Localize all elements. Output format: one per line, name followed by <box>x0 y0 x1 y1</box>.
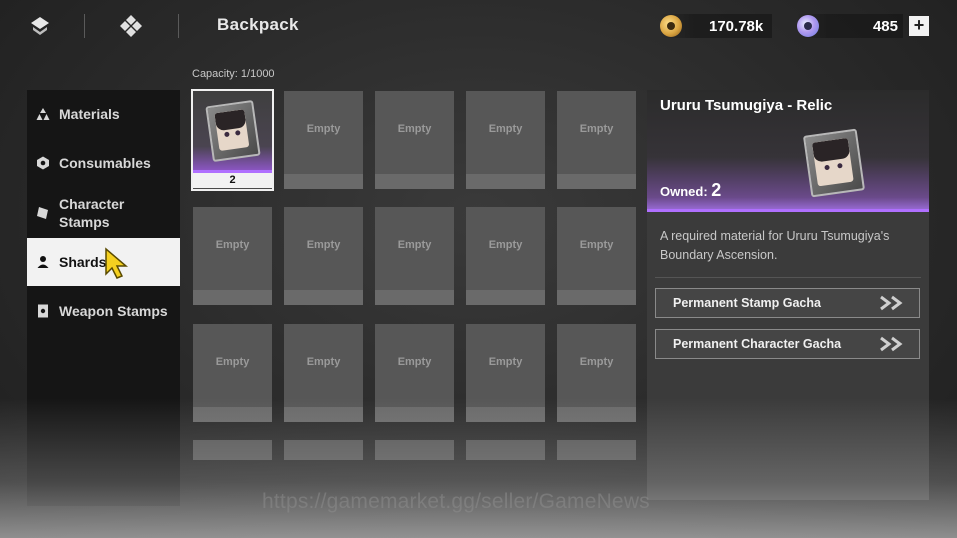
inventory-slot[interactable] <box>284 440 363 460</box>
inventory-slot[interactable]: Empty <box>193 207 272 305</box>
empty-label: Empty <box>488 123 523 135</box>
empty-label: Empty <box>397 123 432 135</box>
button-label: Permanent Character Gacha <box>673 337 842 351</box>
gold-amount: 170.78k <box>709 17 764 35</box>
inventory-slot[interactable]: Empty <box>375 207 454 305</box>
empty-label: Empty <box>397 239 432 251</box>
triangle-cluster-icon <box>36 107 50 121</box>
card-icon <box>36 304 50 318</box>
owned-value: 2 <box>711 180 722 200</box>
item-detail-header: Ururu Tsumugiya - Relic Owned: 2 <box>647 90 929 212</box>
pointer-cursor-icon <box>105 247 129 279</box>
sidebar-item-label: Consumables <box>59 155 151 171</box>
home-diamond-icon[interactable] <box>118 13 144 39</box>
sidebar-item-consumables[interactable]: Consumables <box>27 151 180 175</box>
inventory-slot[interactable]: Empty <box>466 324 545 422</box>
double-chevron-right-icon <box>880 336 903 352</box>
page-title: Backpack <box>217 15 299 34</box>
inventory-slot[interactable]: Empty <box>557 207 636 305</box>
permanent-stamp-gacha-button[interactable]: Permanent Stamp Gacha <box>655 288 920 318</box>
rarity-underline <box>647 209 929 212</box>
inventory-slot[interactable]: Empty <box>284 91 363 189</box>
sidebar-item-materials[interactable]: Materials <box>27 102 180 126</box>
gold-coin-icon <box>660 15 682 37</box>
inventory-slot[interactable] <box>466 440 545 460</box>
add-currency-button[interactable]: + <box>909 16 929 36</box>
divider <box>178 14 179 38</box>
item-description: A required material for Ururu Tsumugiya'… <box>660 229 890 262</box>
item-title: Ururu Tsumugiya - Relic <box>660 97 833 114</box>
hexagon-icon <box>36 156 50 170</box>
inventory-slot[interactable]: Empty <box>284 324 363 422</box>
empty-label: Empty <box>579 356 614 368</box>
capacity-label: Capacity: 1/1000 <box>192 68 275 80</box>
inventory-slot[interactable]: Empty <box>557 91 636 189</box>
empty-label: Empty <box>215 356 250 368</box>
divider <box>655 277 921 278</box>
gem-currency: 485 <box>797 14 903 38</box>
category-sidebar: Materials Consumables Character Stamps S… <box>27 90 180 506</box>
empty-label: Empty <box>488 239 523 251</box>
watermark-text: https://gamemarket.gg/seller/GameNews <box>262 490 650 513</box>
inventory-slot[interactable] <box>557 440 636 460</box>
inventory-slot[interactable]: Empty <box>466 91 545 189</box>
inventory-slot[interactable] <box>193 440 272 460</box>
sidebar-item-label: Weapon Stamps <box>59 303 168 319</box>
inventory-slot[interactable] <box>375 440 454 460</box>
sidebar-item-label: Materials <box>59 106 120 122</box>
inventory-slot[interactable]: Empty <box>375 91 454 189</box>
inventory-slot[interactable]: Empty <box>557 324 636 422</box>
item-detail-panel: Ururu Tsumugiya - Relic Owned: 2 A requi… <box>647 90 929 500</box>
inventory-slot[interactable]: Empty <box>193 324 272 422</box>
top-bar: Backpack 170.78k 485 + <box>0 0 957 52</box>
inventory-slot[interactable]: Empty <box>284 207 363 305</box>
button-label: Permanent Stamp Gacha <box>673 296 821 310</box>
empty-label: Empty <box>579 123 614 135</box>
empty-label: Empty <box>215 239 250 251</box>
sidebar-item-character-stamps[interactable]: Character Stamps <box>27 193 180 233</box>
gem-amount: 485 <box>872 17 898 35</box>
inventory-slot-selected[interactable]: 2 <box>191 89 274 191</box>
gem-icon <box>797 15 819 37</box>
divider <box>84 14 85 38</box>
empty-label: Empty <box>306 239 341 251</box>
logo-icon[interactable] <box>27 13 53 39</box>
sidebar-item-label: Shards <box>59 254 107 270</box>
relic-item-icon <box>205 99 261 163</box>
person-icon <box>36 255 50 269</box>
empty-label: Empty <box>397 356 432 368</box>
sidebar-item-weapon-stamps[interactable]: Weapon Stamps <box>27 291 180 331</box>
empty-label: Empty <box>488 356 523 368</box>
inventory-slot[interactable]: Empty <box>466 207 545 305</box>
empty-label: Empty <box>306 123 341 135</box>
owned-count: Owned: 2 <box>660 180 721 201</box>
stamp-icon <box>36 206 50 220</box>
double-chevron-right-icon <box>880 295 903 311</box>
relic-item-icon <box>802 128 866 198</box>
sidebar-item-label: Character Stamps <box>59 196 125 230</box>
inventory-slot[interactable]: Empty <box>375 324 454 422</box>
owned-label: Owned: <box>660 184 708 199</box>
permanent-character-gacha-button[interactable]: Permanent Character Gacha <box>655 329 920 359</box>
empty-label: Empty <box>306 356 341 368</box>
item-count: 2 <box>193 173 272 188</box>
gold-currency: 170.78k <box>660 14 772 38</box>
empty-label: Empty <box>579 239 614 251</box>
